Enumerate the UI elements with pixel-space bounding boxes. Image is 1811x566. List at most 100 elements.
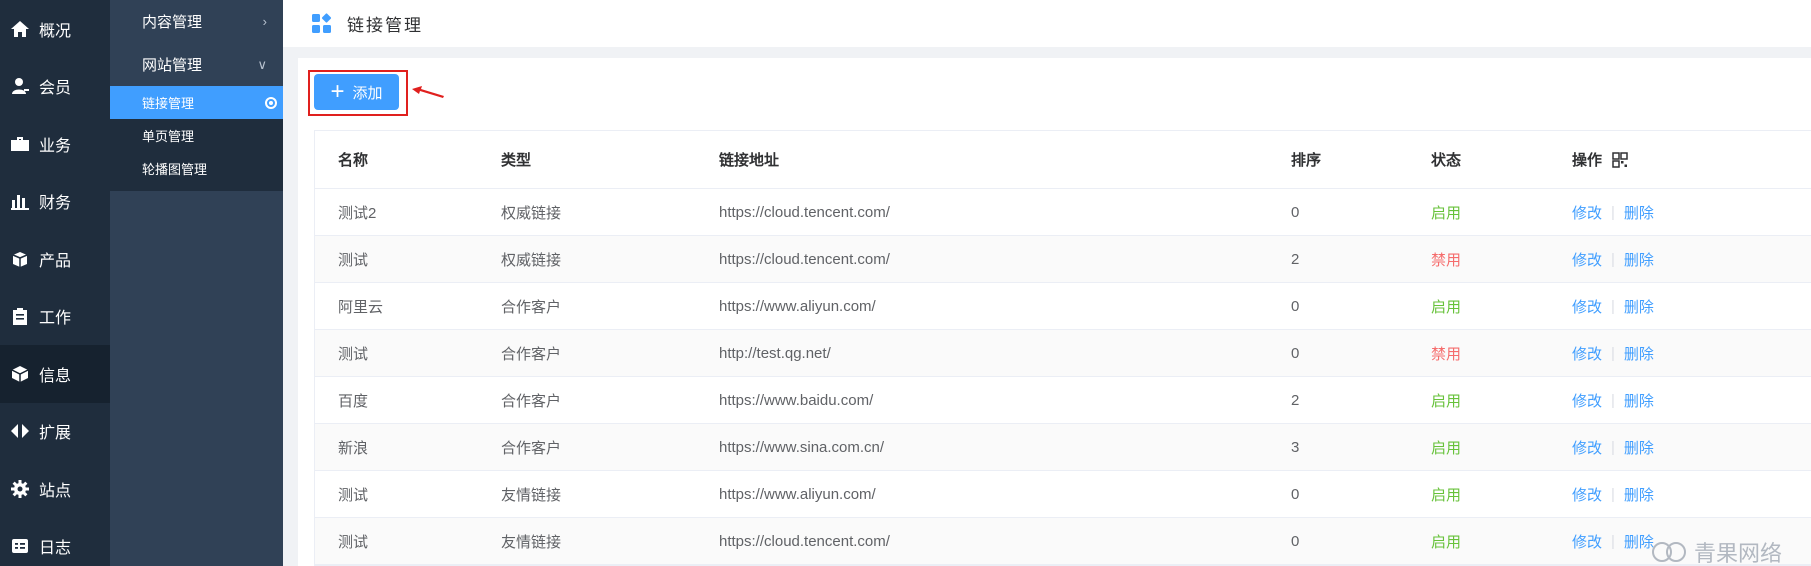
cell-type: 合作客户 (501, 298, 562, 316)
cell-type: 友情链接 (501, 486, 562, 504)
action-separator: | (1611, 250, 1615, 268)
edit-link[interactable]: 修改 (1572, 296, 1602, 317)
nav-item-site[interactable]: 站点 (0, 460, 110, 518)
clipboard-icon (13, 308, 27, 326)
cell-name: 百度 (338, 392, 369, 410)
action-separator: | (1611, 297, 1615, 315)
edit-link[interactable]: 修改 (1572, 531, 1602, 552)
nav-item-products[interactable]: 产品 (0, 230, 110, 288)
expand-arrows-icon (11, 424, 29, 439)
cell-status: 禁用 (1431, 345, 1462, 363)
delete-link[interactable]: 删除 (1624, 202, 1654, 223)
nav-item-business[interactable]: 业务 (0, 115, 110, 173)
cell-order: 3 (1291, 438, 1300, 456)
delete-link[interactable]: 删除 (1624, 296, 1654, 317)
cell-actions: 修改 | 删除 (1572, 202, 1811, 223)
table-row: 测试 合作客户 http://test.qg.net/0 禁用 修改 | 删除 (315, 330, 1811, 377)
delete-link[interactable]: 删除 (1624, 390, 1654, 411)
log-icon (12, 539, 28, 554)
column-header-type[interactable]: 类型 (499, 149, 719, 170)
cell-type: 友情链接 (501, 533, 562, 551)
cell-url: https://www.sina.com.cn/ (719, 438, 885, 456)
delete-link[interactable]: 删除 (1624, 249, 1654, 270)
cell-actions: 修改 | 删除 (1572, 437, 1811, 458)
table-row: 百度 合作客户 https://www.baidu.com/2 启用 修改 | 删除 (315, 377, 1811, 424)
submenu-item-link-management[interactable]: 链接管理 (110, 86, 283, 119)
cell-order: 2 (1291, 391, 1300, 409)
edit-link[interactable]: 修改 (1572, 249, 1602, 270)
nav-item-logs[interactable]: 日志 (0, 518, 110, 566)
cell-type: 合作客户 (501, 392, 562, 410)
home-icon (11, 20, 29, 37)
cell-status: 启用 (1431, 204, 1462, 222)
cell-status: 启用 (1431, 298, 1462, 316)
action-separator: | (1611, 344, 1615, 362)
action-separator: | (1611, 532, 1615, 550)
cell-name: 测试 (338, 486, 369, 504)
cell-order: 0 (1291, 485, 1300, 503)
action-separator: | (1611, 391, 1615, 409)
submenu-site-management-items: 链接管理 单页管理 轮播图管理 (110, 86, 283, 191)
delete-link[interactable]: 删除 (1624, 343, 1654, 364)
cell-type: 合作客户 (501, 345, 562, 363)
submenu-site-management[interactable]: 网站管理 ∨ (110, 43, 283, 86)
cell-url: https://cloud.tencent.com/ (719, 203, 890, 221)
submenu-content-management[interactable]: 内容管理 › (110, 0, 283, 43)
cell-name: 测试 (338, 345, 369, 363)
edit-link[interactable]: 修改 (1572, 437, 1602, 458)
add-button[interactable]: + 添加 (314, 74, 399, 110)
cell-status: 禁用 (1431, 251, 1462, 269)
submenu-item-single-page-management[interactable]: 单页管理 (110, 119, 283, 152)
cell-name: 测试 (338, 251, 369, 269)
column-header-name[interactable]: 名称 (315, 149, 499, 170)
main-nav: 概况 会员 业务 财务 产品 工作 信息 扩展 站点 日志 (0, 0, 110, 566)
cell-order: 0 (1291, 344, 1300, 362)
cell-actions: 修改 | 删除 (1572, 484, 1811, 505)
edit-link[interactable]: 修改 (1572, 390, 1602, 411)
cell-name: 测试 (338, 533, 369, 551)
column-header-url[interactable]: 链接地址 (719, 149, 1291, 170)
table-row: 测试 权威链接 https://cloud.tencent.com/2 禁用 修改 | 删除 (315, 236, 1811, 283)
table-row: 新浪 合作客户 https://www.sina.com.cn/3 启用 修改 | 删除 (315, 424, 1811, 471)
nav-item-work[interactable]: 工作 (0, 288, 110, 346)
nav-item-members[interactable]: 会员 (0, 58, 110, 116)
delete-link[interactable]: 删除 (1624, 437, 1654, 458)
chevron-down-icon: ∨ (257, 56, 267, 72)
cell-url: https://cloud.tencent.com/ (719, 532, 890, 550)
delete-link[interactable]: 删除 (1624, 484, 1654, 505)
gear-icon (11, 479, 29, 498)
column-header-order[interactable]: 排序 (1291, 149, 1431, 170)
annotation-arrow-icon (412, 86, 444, 98)
cell-name: 新浪 (338, 439, 369, 457)
bar-chart-icon (11, 195, 29, 211)
nav-item-info[interactable]: 信息 (0, 345, 110, 403)
nav-item-overview[interactable]: 概况 (0, 0, 110, 58)
edit-link[interactable]: 修改 (1572, 343, 1602, 364)
cell-status: 启用 (1431, 533, 1462, 551)
cell-status: 启用 (1431, 392, 1462, 410)
page-title: 链接管理 (347, 16, 423, 35)
column-header-status[interactable]: 状态 (1431, 149, 1572, 170)
column-settings-icon[interactable] (1612, 151, 1628, 168)
submenu-item-carousel-management[interactable]: 轮播图管理 (110, 152, 283, 185)
cell-url: https://cloud.tencent.com/ (719, 250, 890, 268)
nav-item-extend[interactable]: 扩展 (0, 403, 110, 461)
edit-link[interactable]: 修改 (1572, 484, 1602, 505)
active-indicator-icon (265, 96, 277, 109)
cell-actions: 修改 | 删除 (1572, 390, 1811, 411)
cell-actions: 修改 | 删除 (1572, 296, 1811, 317)
table-header-row: 名称 类型 链接地址 排序 状态 操作 (315, 131, 1811, 189)
edit-link[interactable]: 修改 (1572, 202, 1602, 223)
user-icon (12, 78, 29, 95)
content-card: + 添加 名称 类型 链接地址 排序 状态 操作 测试2 权威链接 https:/ (298, 58, 1811, 566)
action-separator: | (1611, 438, 1615, 456)
watermark: 青果网络 (1650, 536, 1782, 566)
nav-item-finance[interactable]: 财务 (0, 173, 110, 231)
watermark-logo-icon (1652, 542, 1686, 562)
cell-url: http://test.qg.net/ (719, 344, 831, 362)
briefcase-icon (11, 136, 29, 151)
dashboard-grid-icon (312, 12, 332, 33)
cell-url: https://www.aliyun.com/ (719, 485, 876, 503)
cell-order: 0 (1291, 297, 1300, 315)
page-header: 链接管理 (283, 0, 1811, 47)
